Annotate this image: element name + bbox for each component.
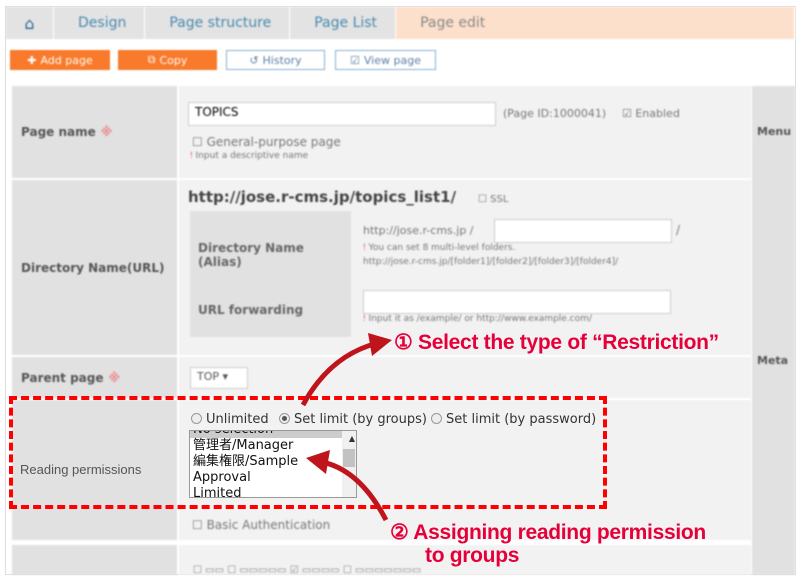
annotation-step-1: ① Select the type of “Restriction”	[394, 331, 719, 354]
arrow-1	[300, 340, 379, 407]
annotation-arrows	[300, 333, 392, 522]
arrow-2	[321, 459, 389, 522]
arrow-2-head	[306, 450, 330, 474]
annotation-step-2-line2: to groups	[425, 544, 520, 567]
arrow-1-head	[368, 333, 392, 356]
annotation-step-2: ② Assigning reading permission	[390, 521, 706, 544]
